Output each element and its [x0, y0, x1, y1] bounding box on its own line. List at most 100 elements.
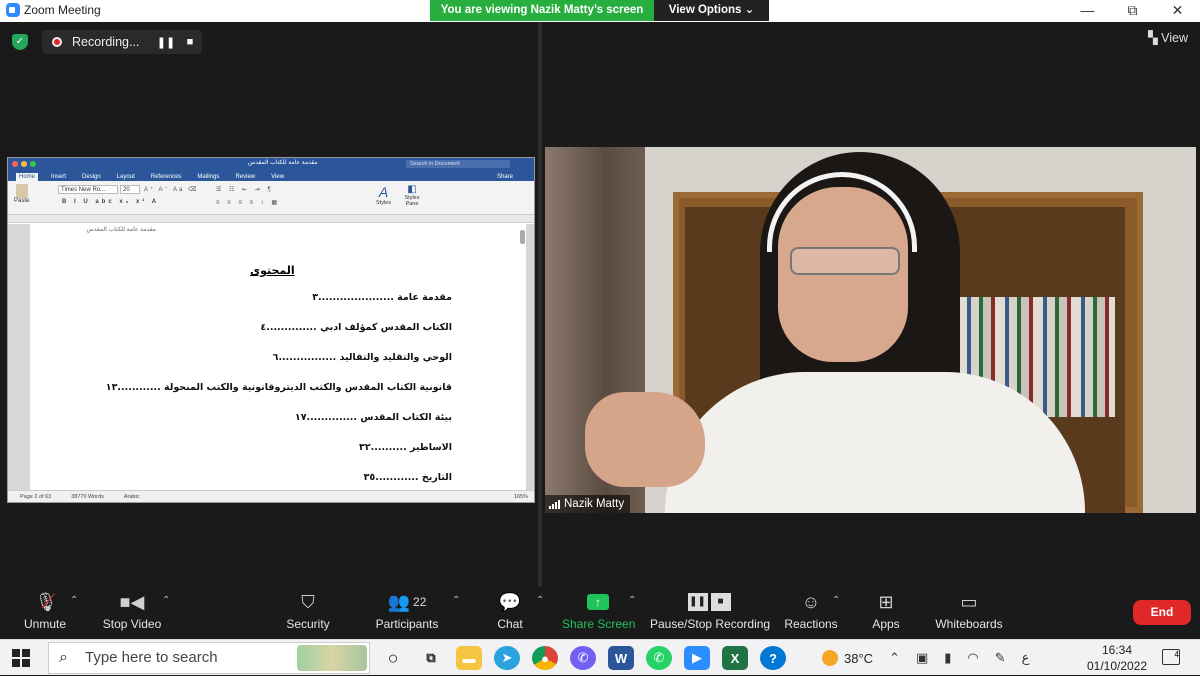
word-app-icon[interactable]: W [608, 646, 634, 670]
pause-stop-recording-button[interactable]: ❚❚ ■ Pause/Stop Recording [650, 587, 770, 631]
share-screen-icon: ↑ [587, 594, 609, 610]
toc-line: الوحي والتقليد والتقاليد ...............… [272, 352, 452, 363]
meeting-stage: ✓ Recording... ❚❚ ■ ▚ View مقدمة عامة لل… [0, 22, 1200, 587]
styles-pane-button: ◧ Styles Pane [402, 184, 422, 207]
toc-line: قانونية الكتاب المقدس والكتب الديتروقانو… [105, 382, 452, 393]
restore-button[interactable]: ⧉ [1110, 0, 1155, 22]
muted-mic-icon: 🎙 ⟋ [34, 590, 58, 613]
pause-recording-icon[interactable]: ❚❚ [154, 36, 178, 49]
telegram-icon[interactable]: ➤ [494, 646, 520, 670]
view-button[interactable]: ▚ View [1148, 30, 1188, 45]
word-tab-home: Home [16, 173, 39, 181]
clipboard-icon [16, 184, 28, 198]
styles-pane-label: Styles Pane [404, 195, 420, 207]
meeting-toolbar: 🎙 ⟋ Unmute ⌃ ■◀ Stop Video ⌃ ⛉ Security 👥… [0, 587, 1200, 639]
tray-app-icon[interactable]: ▣ [916, 650, 928, 666]
pen-icon[interactable]: ✎ [995, 650, 1006, 666]
participant-name: Nazik Matty [564, 498, 625, 510]
notification-count: 4 [1174, 650, 1179, 659]
help-icon[interactable]: ? [760, 646, 786, 670]
participants-icon-group: 👥 22 [374, 587, 440, 617]
stop-video-button[interactable]: ■◀ Stop Video [100, 587, 164, 632]
microphone-tray-icon[interactable]: ▮ [944, 650, 951, 666]
participants-caret-icon[interactable]: ⌃ [452, 595, 460, 606]
weather-sun-icon[interactable] [822, 650, 838, 666]
view-options-button[interactable]: View Options ⌄ [654, 0, 769, 21]
wifi-icon[interactable]: ◠ [967, 650, 978, 666]
minimize-button[interactable]: — [1065, 0, 1110, 22]
reactions-button[interactable]: ☺ Reactions [784, 587, 838, 632]
zoom-app-icon[interactable]: ▶ [684, 646, 710, 670]
share-screen-icon-wrap: ↑ [562, 587, 634, 617]
apps-label: Apps [872, 617, 900, 631]
tray-expand-icon[interactable]: ⌃ [889, 650, 900, 666]
font-name-field: Times New Ro... [58, 185, 118, 194]
word-share-button: Share [496, 174, 513, 180]
paste-button: Paste [14, 184, 30, 210]
whatsapp-icon[interactable]: ✆ [646, 646, 672, 670]
toc-list: مقدمة عامة .....................٣ الكتاب… [72, 292, 452, 492]
word-tab-design: Design [82, 174, 101, 180]
search-icon: ⌕ [59, 649, 68, 666]
word-ribbon-tabs: Home Insert Design Layout References Mai… [8, 170, 534, 181]
alignment-icons: ≡ ≡ ≡ ≡ ↕ ▦ [216, 200, 281, 206]
stop-recording-icon[interactable]: ■ [178, 36, 202, 48]
search-highlight-image [297, 645, 367, 671]
taskbar-search-input[interactable]: ⌕ Type here to search [48, 642, 370, 674]
end-meeting-button[interactable]: End [1133, 600, 1191, 625]
windows-taskbar: ⌕ Type here to search ○ ⧉ ▬ ➤ ● ✆ W ✆ ▶ … [0, 639, 1200, 675]
font-format-icons: B I U abc x₂ x² A [62, 199, 160, 205]
reactions-label: Reactions [784, 617, 838, 631]
share-caret-icon[interactable]: ⌃ [628, 595, 636, 606]
security-button[interactable]: ⛉ Security [284, 587, 332, 632]
word-tab-insert: Insert [51, 174, 67, 180]
status-words: 38770 Words [71, 493, 104, 500]
status-page: Page 2 of 63 [20, 493, 52, 500]
participant-video-tile[interactable]: Nazik Matty [545, 147, 1196, 513]
unmute-button[interactable]: 🎙 ⟋ Unmute [20, 587, 70, 632]
cortana-icon[interactable]: ○ [380, 646, 406, 670]
font-grow-shrink-icons: A⁺ A⁻ Aa ⌫ [144, 187, 199, 193]
word-ribbon: Paste Times New Ro... 20 A⁺ A⁻ Aa ⌫ B I … [8, 181, 534, 215]
chat-button[interactable]: 💬 Chat [492, 587, 528, 632]
whiteboards-button[interactable]: ▭ Whiteboards [934, 587, 1004, 632]
close-button[interactable]: ✕ [1155, 0, 1200, 22]
taskbar-clock[interactable]: 16:34 01/10/2022 [1086, 642, 1148, 674]
excel-app-icon[interactable]: X [722, 646, 748, 670]
reactions-caret-icon[interactable]: ⌃ [832, 595, 840, 606]
styles-button: A Styles [376, 184, 391, 206]
word-titlebar: مقدمة عامة للكتاب المقدس Search in Docum… [8, 158, 534, 170]
minimize-dot-icon [21, 161, 27, 167]
task-view-icon[interactable]: ⧉ [418, 646, 444, 670]
whiteboard-icon: ▭ [960, 591, 978, 612]
shared-screen: مقدمة عامة للكتاب المقدس Search in Docum… [7, 157, 535, 503]
windows-start-icon[interactable] [12, 649, 30, 667]
chat-caret-icon[interactable]: ⌃ [536, 595, 544, 606]
participants-label: Participants [375, 617, 439, 631]
word-tab-review: Review [235, 174, 256, 180]
security-label: Security [286, 617, 330, 631]
styles-label: Styles [376, 200, 391, 206]
video-options-caret-icon[interactable]: ⌃ [162, 595, 170, 606]
status-language: Arabic [123, 493, 140, 500]
share-screen-button[interactable]: ↑ Share Screen [562, 587, 635, 631]
temperature[interactable]: 38°C [844, 651, 873, 666]
word-page: مقدمة عامة للكتاب المقدس المحتوى مقدمة ع… [30, 224, 526, 492]
chrome-icon[interactable]: ● [532, 646, 558, 670]
encryption-shield-icon[interactable]: ✓ [12, 34, 28, 50]
status-zoom: 165% [513, 493, 528, 500]
input-language[interactable]: ع [1022, 650, 1030, 666]
viber-icon[interactable]: ✆ [570, 646, 596, 670]
taskbar-search-placeholder: Type here to search [85, 649, 218, 666]
toc-line: الاساطير ..........٣٢ [359, 442, 452, 453]
audio-options-caret-icon[interactable]: ⌃ [70, 595, 78, 606]
split-divider-handle[interactable] [538, 22, 542, 587]
word-statusbar: Page 2 of 63 38770 Words Arabic 165% [8, 490, 534, 502]
stop-video-label: Stop Video [102, 617, 162, 631]
chat-label: Chat [497, 617, 523, 631]
notification-center-icon[interactable]: 4 [1162, 649, 1180, 665]
traffic-lights [12, 161, 36, 167]
participants-button[interactable]: 👥 22 Participants [374, 587, 440, 632]
apps-button[interactable]: ⊞ Apps [868, 587, 904, 632]
file-explorer-icon[interactable]: ▬ [456, 646, 482, 670]
